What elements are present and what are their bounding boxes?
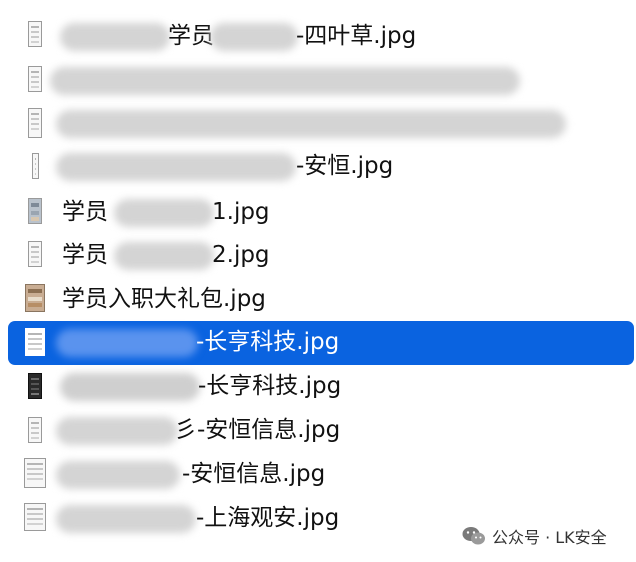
file-name-suffix[interactable]: 1.jpg <box>212 197 270 227</box>
file-thumbnail-icon <box>25 284 45 312</box>
redacted-text <box>60 23 170 51</box>
redacted-text <box>114 242 214 270</box>
file-thumbnail-icon <box>28 241 42 267</box>
file-name-suffix[interactable]: -安恒.jpg <box>296 151 393 181</box>
watermark-text: 公众号 · LK安全 <box>492 528 607 547</box>
file-name-suffix[interactable]: -长亨科技.jpg <box>196 327 339 357</box>
file-thumbnail-icon <box>28 108 42 138</box>
file-name[interactable]: 学员 <box>62 240 108 270</box>
file-thumbnail-icon <box>28 66 42 92</box>
file-name-suffix[interactable]: -长亨科技.jpg <box>198 371 341 401</box>
file-name[interactable]: 学员 <box>168 21 214 51</box>
file-thumbnail-icon <box>32 153 39 179</box>
redacted-text <box>114 199 214 227</box>
file-name-suffix[interactable]: 彡-安恒信息.jpg <box>174 415 340 445</box>
redacted-text <box>56 153 296 181</box>
file-thumbnail-icon <box>28 417 42 443</box>
file-thumbnail-icon <box>28 198 42 224</box>
file-name-suffix[interactable]: -四叶草.jpg <box>296 21 416 51</box>
redacted-text <box>56 110 566 138</box>
file-name-suffix[interactable]: 2.jpg <box>212 240 270 270</box>
file-name-suffix[interactable]: -安恒信息.jpg <box>182 459 325 489</box>
file-name[interactable]: 学员 <box>62 197 108 227</box>
wechat-icon <box>462 527 485 545</box>
file-name[interactable]: 学员入职大礼包.jpg <box>62 284 266 314</box>
redacted-text <box>56 329 198 357</box>
file-thumbnail-icon <box>28 21 42 47</box>
redacted-text <box>56 505 196 533</box>
redacted-text <box>210 23 298 51</box>
file-name-suffix[interactable]: -上海观安.jpg <box>196 503 339 533</box>
wechat-watermark: 公众号 · LK安全 <box>462 522 607 550</box>
redacted-text <box>50 67 520 95</box>
file-thumbnail-icon <box>28 373 42 399</box>
redacted-text <box>56 417 178 445</box>
file-thumbnail-icon <box>24 503 46 531</box>
redacted-text <box>56 461 180 489</box>
file-thumbnail-icon <box>24 458 46 488</box>
file-thumbnail-icon <box>25 328 45 356</box>
redacted-text <box>60 373 200 401</box>
